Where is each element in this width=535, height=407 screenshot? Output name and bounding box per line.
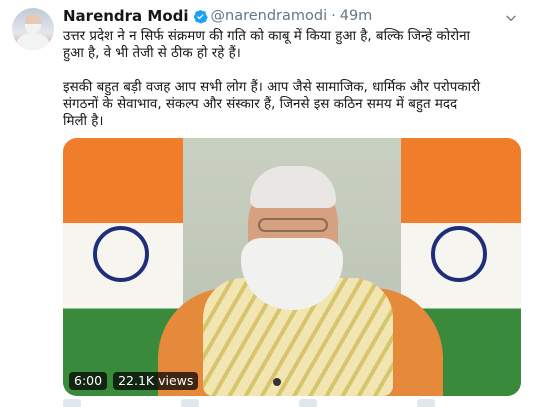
video-player[interactable]: 6:00 22.1K views xyxy=(63,138,521,396)
reply-icon[interactable] xyxy=(63,399,81,407)
separator-dot: · xyxy=(331,8,336,24)
tweet-paragraph-1: उत्तर प्रदेश ने न सिर्फ संक्रमण की गति क… xyxy=(63,28,525,62)
verified-badge-icon xyxy=(193,9,208,23)
author-name[interactable]: Narendra Modi xyxy=(63,7,189,25)
avatar[interactable] xyxy=(12,8,54,50)
tweet-text: उत्तर प्रदेश ने न सिर्फ संक्रमण की गति क… xyxy=(63,28,525,130)
author-handle[interactable]: @narendramodi xyxy=(211,8,328,24)
tweet-actions-row xyxy=(63,399,435,407)
avatar-beard-shape xyxy=(25,24,41,34)
video-overlay-badges: 6:00 22.1K views xyxy=(69,372,199,390)
share-icon[interactable] xyxy=(417,399,435,407)
avatar-body-shape xyxy=(16,34,50,50)
tweet-card[interactable]: Narendra Modi @narendramodi · 49m उत्तर … xyxy=(0,0,535,407)
tweet-text-line: मिली है। xyxy=(63,114,104,129)
flag-chakra-left xyxy=(93,226,149,282)
flag-chakra-right xyxy=(431,226,487,282)
video-microphone xyxy=(273,378,281,386)
tweet-text-line: संगठनों के सेवाभाव, संकल्प और संस्कार है… xyxy=(63,97,458,112)
chevron-down-icon[interactable] xyxy=(503,10,519,26)
tweet-text-line: हुआ है, वे भी तेजी से ठीक हो रहे हैं। xyxy=(63,46,241,61)
tweet-header: Narendra Modi @narendramodi · 49m xyxy=(63,6,523,26)
like-icon[interactable] xyxy=(299,399,317,407)
tweet-time[interactable]: 49m xyxy=(340,8,373,24)
tweet-paragraph-2: इसकी बहुत बड़ी वजह आप सभी लोग हैं। आप जै… xyxy=(63,79,525,130)
video-views: 22.1K views xyxy=(113,372,199,390)
video-duration: 6:00 xyxy=(69,372,108,390)
tweet-content: Narendra Modi @narendramodi · 49m उत्तर … xyxy=(63,6,523,407)
video-person-glasses xyxy=(258,218,328,232)
tweet-text-line: इसकी बहुत बड़ी वजह आप सभी लोग हैं। आप जै… xyxy=(63,80,481,95)
tweet-text-line: उत्तर प्रदेश ने न सिर्फ संक्रमण की गति क… xyxy=(63,29,470,44)
retweet-icon[interactable] xyxy=(181,399,199,407)
